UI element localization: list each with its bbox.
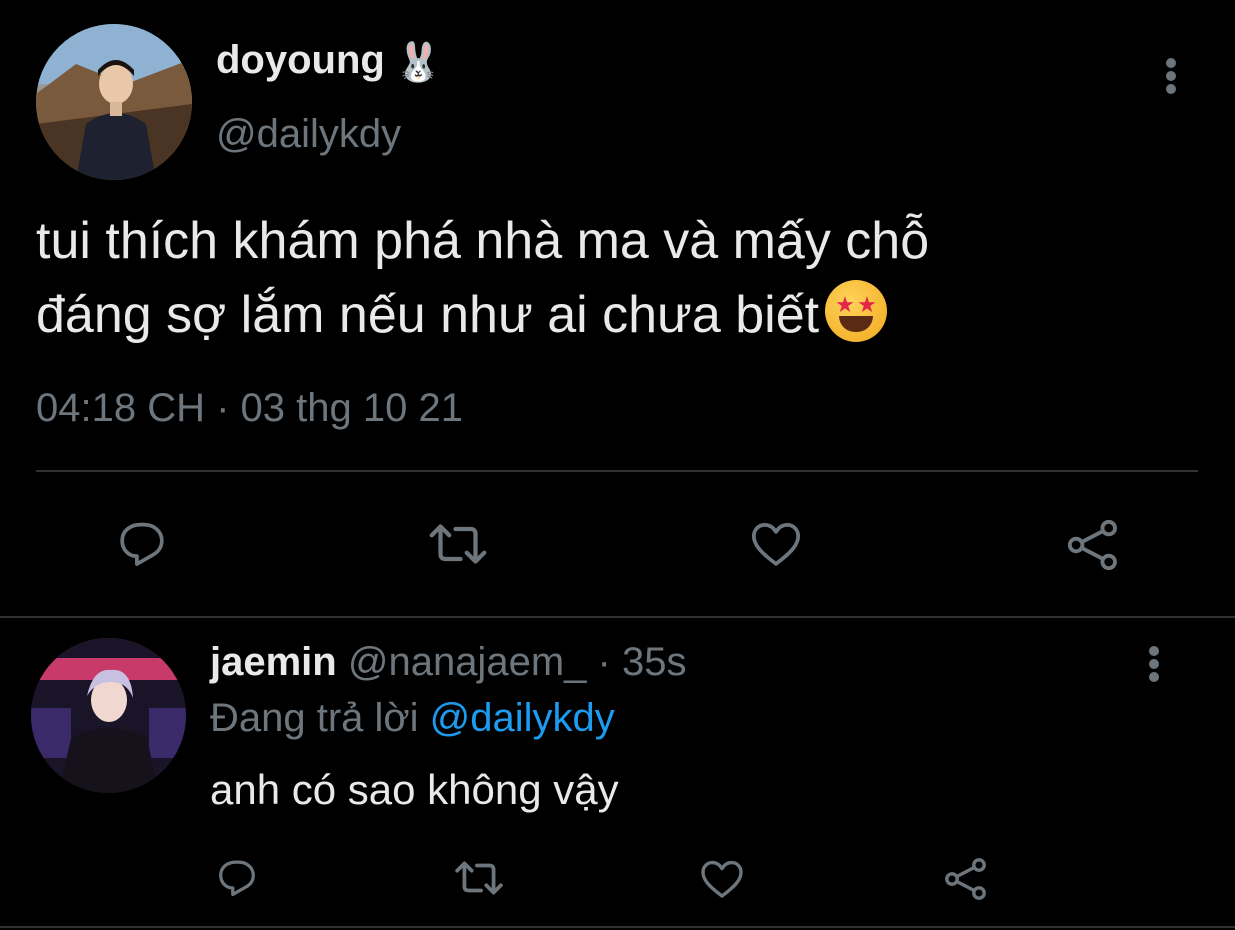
replying-to: Đang trả lời @dailykdy xyxy=(210,696,615,741)
share-icon xyxy=(945,858,986,900)
separator-dot: · xyxy=(597,640,611,684)
reply-author-name[interactable]: jaemin xyxy=(210,640,337,684)
author-avatar[interactable] xyxy=(36,24,192,180)
avatar-photo xyxy=(31,638,186,793)
reply-author-handle[interactable]: @nanajaem_ xyxy=(348,640,587,684)
reply-header: jaemin @nanajaem_ · 35s xyxy=(210,640,686,685)
divider xyxy=(0,616,1235,618)
reply-author-avatar[interactable] xyxy=(31,638,186,793)
replying-prefix: Đang trả lời xyxy=(210,696,419,740)
retweet-icon xyxy=(429,524,487,564)
like-icon xyxy=(701,860,743,898)
reply-icon xyxy=(120,522,164,566)
tweet-text: tui thích khám phá nhà ma và mấy chỗ đán… xyxy=(36,204,1186,352)
more-options-icon[interactable] xyxy=(1136,640,1172,688)
reply-time[interactable]: 35s xyxy=(622,640,687,684)
author-name-text: doyoung xyxy=(216,38,385,82)
share-icon xyxy=(1067,519,1117,571)
tweet-text-line-2: đáng sợ lắm nếu như ai chưa biết xyxy=(36,286,820,344)
avatar-photo xyxy=(36,24,192,180)
more-options-icon[interactable] xyxy=(1153,52,1189,100)
reply-button[interactable] xyxy=(214,855,260,901)
like-button[interactable] xyxy=(748,516,804,572)
reply-icon xyxy=(219,860,255,897)
retweet-button[interactable] xyxy=(428,516,488,572)
share-button[interactable] xyxy=(942,855,990,903)
like-button[interactable] xyxy=(698,855,746,903)
share-button[interactable] xyxy=(1064,516,1122,574)
rabbit-emoji-icon: 🐰 xyxy=(394,42,443,84)
replying-mention-link[interactable]: @dailykdy xyxy=(430,696,615,740)
retweet-icon xyxy=(455,861,503,895)
reply-text: anh có sao không vậy xyxy=(210,766,619,813)
retweet-button[interactable] xyxy=(454,855,504,901)
tweet-timestamp[interactable]: 04:18 CH · 03 thg 10 21 xyxy=(36,386,463,431)
divider xyxy=(0,926,1235,928)
tweet-text-line-1: tui thích khám phá nhà ma và mấy chỗ xyxy=(36,212,930,270)
star-struck-emoji-icon: ★ ★ xyxy=(825,280,888,342)
divider xyxy=(36,470,1198,472)
tweet-text-line-2-wrap: đáng sợ lắm nếu như ai chưa biết ★ ★ xyxy=(36,278,1186,352)
author-display-name[interactable]: doyoung 🐰 xyxy=(216,38,442,85)
author-handle[interactable]: @dailykdy xyxy=(216,112,401,157)
reply-button[interactable] xyxy=(114,516,170,572)
like-icon xyxy=(751,523,801,566)
